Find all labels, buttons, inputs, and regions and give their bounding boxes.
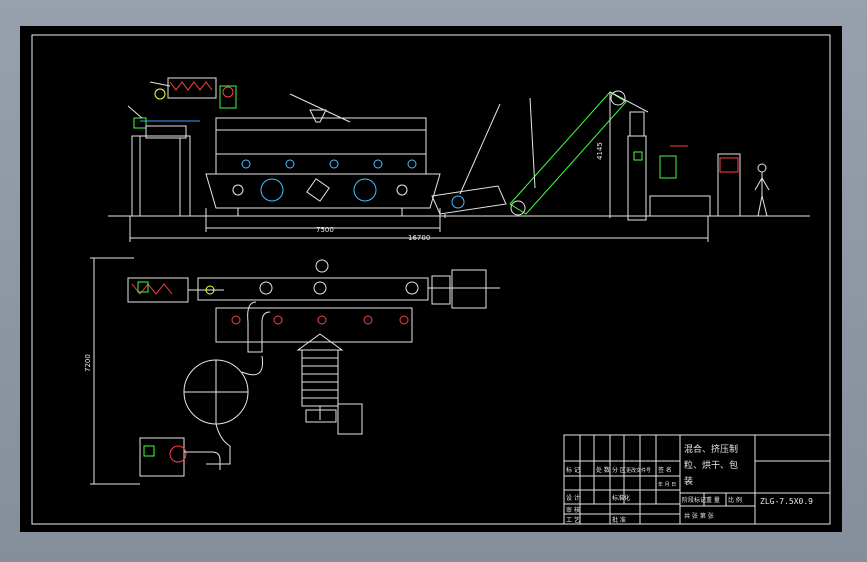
tb-label-design: 设 计 xyxy=(566,494,580,502)
dryer-length-dimension: 7500 xyxy=(316,226,334,234)
tb-label-stage: 阶段标记 xyxy=(682,496,706,504)
plan-dimensions xyxy=(90,257,140,485)
tb-label-standard: 标准化 xyxy=(612,494,630,502)
tb-label-date: 年 月 日 xyxy=(658,481,676,488)
plan-dryer xyxy=(197,259,500,343)
tb-label-review: 审 核 xyxy=(566,506,580,514)
title-line-2: 粒、烘干、包 xyxy=(684,459,738,471)
tb-label-mark: 标 记 xyxy=(566,466,580,474)
operator-figure xyxy=(754,163,770,217)
tb-label-scale: 比 例 xyxy=(728,496,742,504)
annotation-leaders xyxy=(127,81,536,195)
elevator-height-dimension: 4145 xyxy=(596,142,604,160)
tb-label-process: 工 艺 xyxy=(566,516,580,524)
plan-depth-dimension: 7200 xyxy=(84,354,92,372)
drawing-code: ZLG-7.5X0.9 xyxy=(760,497,813,506)
tb-label-sign: 签 名 xyxy=(658,466,672,474)
plan-view xyxy=(90,257,500,485)
elevation-view xyxy=(108,77,810,242)
plan-cyclone xyxy=(183,301,271,465)
fluid-bed-dryer xyxy=(205,109,441,216)
plan-bag-filter xyxy=(296,333,363,435)
tb-label-change-doc: 更改文件号 xyxy=(626,467,651,474)
cad-drawing-canvas: 7500 16700 4145 7200 混合、挤压制 粒、烘干、包 装 ZLG… xyxy=(20,26,842,532)
packing-station xyxy=(627,111,741,221)
tb-label-zone: 分 区 xyxy=(612,466,626,474)
plan-fan xyxy=(139,437,221,477)
elevation-dimensions xyxy=(129,92,709,242)
screenshot-frame: 7500 16700 4145 7200 混合、挤压制 粒、烘干、包 装 ZLG… xyxy=(0,0,867,562)
total-length-dimension: 16700 xyxy=(408,234,430,242)
drawing-svg: 7500 16700 4145 7200 混合、挤压制 粒、烘干、包 装 ZLG… xyxy=(31,34,831,525)
title-line-1: 混合、挤压制 xyxy=(684,443,738,455)
vibrating-screen xyxy=(431,185,507,218)
mixer-assembly xyxy=(131,77,237,217)
tb-label-count: 处 数 xyxy=(596,466,610,474)
tb-label-sheet: 共 张 第 张 xyxy=(684,512,714,520)
plan-mixer xyxy=(127,277,224,303)
tb-label-approve: 批 准 xyxy=(612,516,626,524)
tb-label-weight: 重 量 xyxy=(706,496,720,504)
title-line-3: 装 xyxy=(684,475,693,487)
